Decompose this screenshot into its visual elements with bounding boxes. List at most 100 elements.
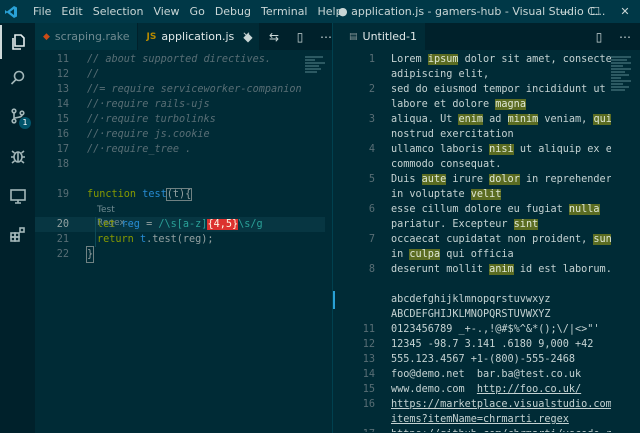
- source-control-button[interactable]: 1: [0, 99, 35, 133]
- menu-go[interactable]: Go: [185, 0, 210, 23]
- search-icon: [10, 70, 24, 85]
- line-number: 3: [368, 114, 375, 125]
- regex-match-highlight: culpa: [409, 249, 441, 260]
- more-actions-icon[interactable]: ⋯: [612, 30, 638, 44]
- line-number: 15: [362, 384, 375, 395]
- text-line: commodo consequat.: [391, 159, 502, 170]
- text-line: aliqua. Ut enim ad minim veniam, quis: [391, 112, 611, 127]
- regex-match-highlight: aute: [421, 174, 447, 185]
- text-line: deserunt mollit anim id est laborum.: [391, 264, 611, 275]
- text-editor[interactable]: 1 Lorem ipsum dolor sit amet, consectetur…: [341, 52, 611, 432]
- link[interactable]: http://foo.co.uk/: [477, 384, 581, 395]
- vscode-logo-icon: [0, 0, 22, 23]
- text-line: www.demo.com http://foo.co.uk/: [391, 384, 582, 395]
- bug-icon: [10, 150, 25, 164]
- remote-explorer-button[interactable]: [0, 179, 35, 213]
- line-number: 12: [362, 339, 375, 350]
- regex-match-highlight: dolor: [489, 174, 520, 185]
- title-bar: File Edit Selection View Go Debug Termin…: [0, 0, 640, 23]
- close-window-button[interactable]: ✕: [610, 0, 640, 23]
- line-number: 16: [362, 399, 375, 410]
- menu-view[interactable]: View: [148, 0, 184, 23]
- code-line: 19 function test(t){: [56, 188, 193, 201]
- left-editor-actions: ◆ ⇆ ▯ ⋯: [235, 23, 339, 50]
- activity-bar: 1: [0, 23, 35, 433]
- menu-terminal[interactable]: Terminal: [256, 0, 313, 23]
- file-icon: ▤: [349, 31, 358, 42]
- right-editor-actions: ▯ ⋯: [586, 23, 638, 50]
- link[interactable]: items?itemName=chrmarti.regex: [391, 414, 569, 425]
- editor-split-divider[interactable]: [332, 23, 341, 433]
- text-line: occaecat cupidatat non proident, sunt: [391, 232, 611, 247]
- split-editor-icon[interactable]: ▯: [586, 30, 612, 44]
- text-line: ABCDEFGHIJKLMNOPQRSTUVWXYZ: [391, 309, 551, 320]
- monitor-icon: [9, 189, 26, 204]
- explorer-button[interactable]: [0, 25, 35, 59]
- open-changes-icon[interactable]: ⇆: [261, 30, 287, 44]
- extensions-icon: [9, 227, 25, 242]
- test-regex-codelens[interactable]: Test Regex...: [97, 204, 133, 228]
- minimize-button[interactable]: —: [550, 0, 580, 23]
- menu-selection[interactable]: Selection: [88, 0, 149, 23]
- line-number: 8: [368, 264, 375, 275]
- maximize-button[interactable]: ☐: [580, 0, 610, 23]
- menu-bar: File Edit Selection View Go Debug Termin…: [28, 0, 348, 23]
- text-line: in voluptate velit: [391, 189, 502, 200]
- code-line-current: 20 let reg = /\s[a-z]{4,5}\s/g: [56, 219, 263, 230]
- search-button[interactable]: [0, 61, 35, 95]
- extensions-button[interactable]: [0, 217, 35, 251]
- regex-match-highlight: ipsum: [427, 54, 459, 65]
- tab-untitled-1[interactable]: ▤ Untitled-1: [341, 23, 426, 50]
- regex-match-highlight: enim: [458, 114, 484, 125]
- code-line: 17//·require_tree .: [56, 144, 192, 155]
- code-line: 21 return t.test(reg);: [56, 234, 214, 245]
- menu-file[interactable]: File: [28, 0, 56, 23]
- regex-match-highlight: nulla: [568, 204, 600, 215]
- text-line: esse cillum dolore eu fugiat nulla: [391, 204, 600, 215]
- regex-match-highlight: nisi: [489, 144, 514, 155]
- overview-ruler-mark: [333, 291, 335, 309]
- menu-debug[interactable]: Debug: [210, 0, 256, 23]
- regex-match-highlight: minim: [507, 114, 539, 125]
- text-line: Lorem ipsum dolor sit amet, consectetur: [391, 54, 611, 65]
- tab-label: application.js: [161, 30, 235, 43]
- left-minimap[interactable]: [305, 56, 327, 74]
- line-number: 11: [362, 324, 375, 335]
- text-line: foo@demo.net bar.ba@test.co.uk: [391, 369, 582, 380]
- git-compare-icon[interactable]: ◆: [235, 30, 261, 44]
- right-minimap[interactable]: [611, 56, 633, 92]
- split-editor-icon[interactable]: ▯: [287, 30, 313, 44]
- text-line: 555.123.4567 +1-(800)-555-2468: [391, 354, 576, 365]
- tab-label: Untitled-1: [362, 30, 417, 43]
- link[interactable]: https://marketplace.visualstudio.com/: [391, 399, 611, 410]
- line-number: 14: [362, 369, 375, 380]
- text-line: https://marketplace.visualstudio.com/: [391, 397, 611, 412]
- regex-quantifier-highlight: {4,5}: [207, 219, 239, 230]
- text-line: 12345 -98.7 3.141 .6180 9,000 +42: [391, 339, 594, 350]
- debug-button[interactable]: [0, 139, 35, 173]
- menu-edit[interactable]: Edit: [56, 0, 87, 23]
- text-line: ullamco laboris nisi ut aliquip ex ea: [391, 144, 611, 155]
- tab-label: scraping.rake: [54, 30, 130, 43]
- left-editor-group: ◆ scraping.rake JS application.js ✕ ◆ ⇆ …: [35, 23, 332, 433]
- regex-match-highlight: magna: [495, 99, 526, 110]
- code-line: 14//·require rails-ujs: [56, 99, 210, 110]
- text-line: nostrud exercitation: [391, 129, 514, 140]
- code-line: 16//·require js.cookie: [56, 129, 210, 140]
- text-line: pariatur. Excepteur sint: [391, 219, 539, 230]
- link[interactable]: https://github.com/chrmarti/vscode-regex: [391, 429, 611, 432]
- indent-guide: [95, 217, 96, 247]
- text-line: 0123456789 _+-.,!@#$%^&*();\/|<>"': [391, 324, 600, 335]
- tab-scraping-rake[interactable]: ◆ scraping.rake: [35, 23, 139, 50]
- line-number: 17: [341, 427, 375, 432]
- line-number: 4: [368, 144, 375, 155]
- code-line: 11// about supported directives.: [56, 54, 272, 65]
- files-icon: [11, 34, 25, 50]
- regex-match-highlight: velit: [470, 189, 502, 200]
- text-line: https://github.com/chrmarti/vscode-regex: [391, 427, 611, 432]
- right-editor-group: ▤ Untitled-1 ▯ ⋯ 1 Lorem ipsum dolor sit …: [341, 23, 640, 433]
- regex-match-highlight: anim: [489, 264, 514, 275]
- code-line: 18: [56, 159, 69, 170]
- line-number: 1: [368, 54, 375, 65]
- line-number: 13: [362, 354, 375, 365]
